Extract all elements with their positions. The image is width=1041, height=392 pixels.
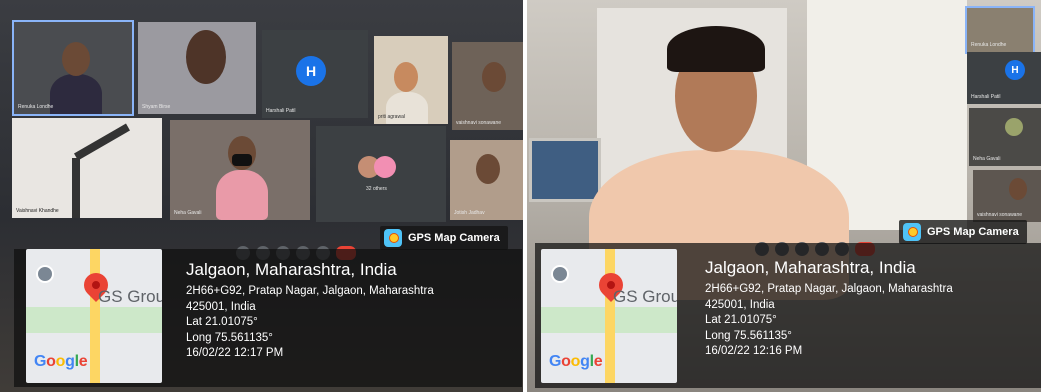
map-thumbnail: GS Grou Google (26, 249, 162, 383)
participant-tile: Renuka Londhe (965, 6, 1035, 54)
participant-avatar: H (1005, 60, 1025, 80)
gps-badge-label: GPS Map Camera (408, 232, 500, 244)
participant-name: Jotish Jadhav (454, 210, 485, 216)
right-photo: Renuka Londhe H Harshali Patil Neha Gava… (527, 0, 1041, 392)
gps-badge: GPS Map Camera (899, 220, 1027, 244)
latitude: Lat 21.01075° (705, 314, 777, 326)
participant-avatar: H (296, 56, 326, 86)
participant-name: 32 others (366, 186, 387, 192)
timestamp: 16/02/22 12:17 PM (186, 347, 284, 359)
participant-name: vaishnavi sonawane (977, 212, 1023, 218)
address-line: 2H66+G92, Pratap Nagar, Jalgaon, Maharas… (186, 285, 434, 297)
participant-tile: vaishnavi sonawane (973, 170, 1041, 222)
participant-name: Renuka Londhe (971, 42, 1007, 48)
participant-name: vaishnavi sonawane (456, 120, 502, 126)
participant-name: Vaishnavi Khandhe (16, 208, 59, 214)
participant-name: Harshali Patil (266, 108, 296, 114)
map-place-label: GS Grou (98, 287, 162, 306)
participant-tile: 32 others (316, 126, 446, 222)
address-line: 2H66+G92, Pratap Nagar, Jalgaon, Maharas… (705, 283, 953, 295)
left-photo: Renuka Londhe Shyam Birse H Harshali Pat… (0, 0, 523, 392)
gps-badge-label: GPS Map Camera (927, 226, 1019, 238)
longitude: Long 75.561135° (186, 331, 273, 344)
participant-name: Neha Gavali (174, 210, 202, 216)
participant-tile: priti agrawal (374, 36, 448, 124)
map-place-label: GS Grou (613, 287, 677, 306)
participant-tile: H Harshali Patil (967, 52, 1041, 104)
participant-tile: Jotish Jadhav (450, 140, 523, 220)
gps-camera-icon (384, 229, 402, 247)
participant-name: priti agrawal (378, 114, 405, 120)
google-logo: Google (34, 353, 88, 370)
gps-camera-icon (903, 223, 921, 241)
participant-tile: Neha Gavali (170, 120, 310, 220)
participant-tile: H Harshali Patil (262, 30, 368, 118)
location-title: Jalgaon, Maharashtra, India (186, 260, 397, 279)
google-logo: Google (549, 353, 603, 370)
participant-name: Neha Gavali (973, 156, 1001, 162)
location-details: Jalgaon, Maharashtra, India 2H66+G92, Pr… (186, 260, 434, 362)
location-details: Jalgaon, Maharashtra, India 2H66+G92, Pr… (705, 258, 953, 360)
participant-name: Shyam Birse (142, 104, 171, 110)
address-line: 425001, India (186, 300, 256, 313)
monitor (529, 138, 601, 202)
map-thumbnail: GS Grou Google (541, 249, 677, 383)
participant-tile: vaishnavi sonawane (452, 42, 523, 130)
participant-tile: Shyam Birse (138, 22, 256, 114)
participant-tile: Vaishnavi Khandhe (12, 118, 162, 218)
location-title: Jalgaon, Maharashtra, India (705, 258, 916, 277)
address-line: 425001, India (705, 298, 775, 311)
gps-badge: GPS Map Camera (380, 226, 508, 250)
participant-tile: Neha Gavali (969, 108, 1041, 166)
school-icon (551, 265, 569, 283)
participant-name: Harshali Patil (971, 94, 1001, 100)
timestamp: 16/02/22 12:16 PM (705, 345, 803, 357)
participant-name: Renuka Londhe (18, 104, 54, 110)
longitude: Long 75.561135° (705, 329, 792, 342)
participant-tile: Renuka Londhe (12, 20, 134, 116)
latitude: Lat 21.01075° (186, 316, 258, 328)
school-icon (36, 265, 54, 283)
